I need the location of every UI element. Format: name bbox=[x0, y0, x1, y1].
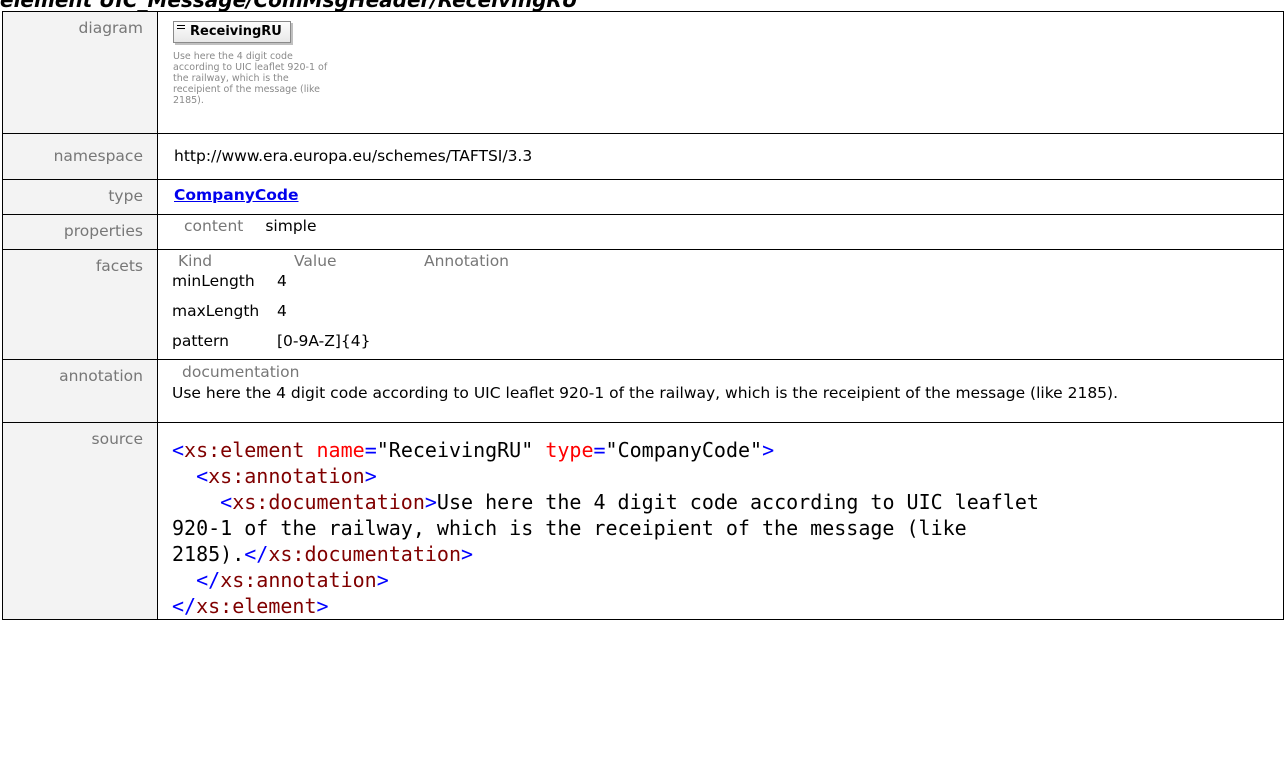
source-code: <xs:element name="ReceivingRU" type="Com… bbox=[172, 438, 1039, 618]
facets-header-value: Value bbox=[294, 252, 337, 270]
facet-value: 4 bbox=[277, 302, 287, 320]
row-label: annotation bbox=[2, 359, 158, 423]
page-title: element UIC_Message/ComMsgHeader/Receivi… bbox=[0, 0, 1287, 11]
source-name-attr: "ReceivingRU" bbox=[376, 438, 534, 462]
annotation-row: annotation documentation Use here the 4 … bbox=[2, 359, 1284, 423]
diagram-row: diagram ReceivingRU Use here the 4 digit… bbox=[2, 11, 1284, 134]
row-label: source bbox=[2, 422, 158, 620]
namespace-value: http://www.era.europa.eu/schemes/TAFTSI/… bbox=[157, 133, 1284, 180]
source-type-attr: "CompanyCode" bbox=[605, 438, 763, 462]
diagram-cell: ReceivingRU Use here the 4 digit code ac… bbox=[157, 11, 1284, 134]
row-label: diagram bbox=[2, 11, 158, 134]
facets-row: facets Kind Value Annotation minLength 4… bbox=[2, 249, 1284, 360]
facet-kind: pattern bbox=[172, 332, 229, 350]
diagram-annotation-text: Use here the 4 digit code according to U… bbox=[173, 51, 328, 106]
facet-item: pattern [0-9A-Z]{4} bbox=[168, 332, 1283, 350]
source-row: source <xs:element name="ReceivingRU" ty… bbox=[2, 422, 1284, 620]
facet-kind: maxLength bbox=[172, 302, 260, 320]
property-value: simple bbox=[265, 217, 317, 235]
annotation-subheader: documentation bbox=[182, 363, 300, 381]
facet-kind: minLength bbox=[172, 272, 255, 290]
facet-value: 4 bbox=[277, 272, 287, 290]
type-link[interactable]: CompanyCode bbox=[174, 186, 299, 204]
row-label: facets bbox=[2, 249, 158, 360]
type-row: type CompanyCode bbox=[2, 179, 1284, 215]
property-key: content bbox=[184, 217, 244, 235]
annotation-text: Use here the 4 digit code according to U… bbox=[172, 384, 1119, 402]
schema-doc-table: diagram ReceivingRU Use here the 4 digit… bbox=[2, 11, 1284, 620]
facets-header-annotation: Annotation bbox=[424, 252, 510, 270]
namespace-row: namespace http://www.era.europa.eu/schem… bbox=[2, 133, 1284, 180]
row-label: type bbox=[2, 179, 158, 215]
element-diagram-box[interactable]: ReceivingRU bbox=[173, 21, 291, 43]
facet-value: [0-9A-Z]{4} bbox=[277, 332, 371, 350]
facets-header: Kind Value Annotation bbox=[168, 252, 1283, 270]
facet-item: maxLength 4 bbox=[168, 302, 1283, 320]
properties-row: properties content simple bbox=[2, 214, 1284, 250]
row-label: properties bbox=[2, 214, 158, 250]
facets-header-kind: Kind bbox=[178, 252, 213, 270]
diagram-box-label: ReceivingRU bbox=[190, 24, 282, 39]
row-label: namespace bbox=[2, 133, 158, 180]
facet-item: minLength 4 bbox=[168, 272, 1283, 290]
element-icon bbox=[177, 25, 185, 32]
